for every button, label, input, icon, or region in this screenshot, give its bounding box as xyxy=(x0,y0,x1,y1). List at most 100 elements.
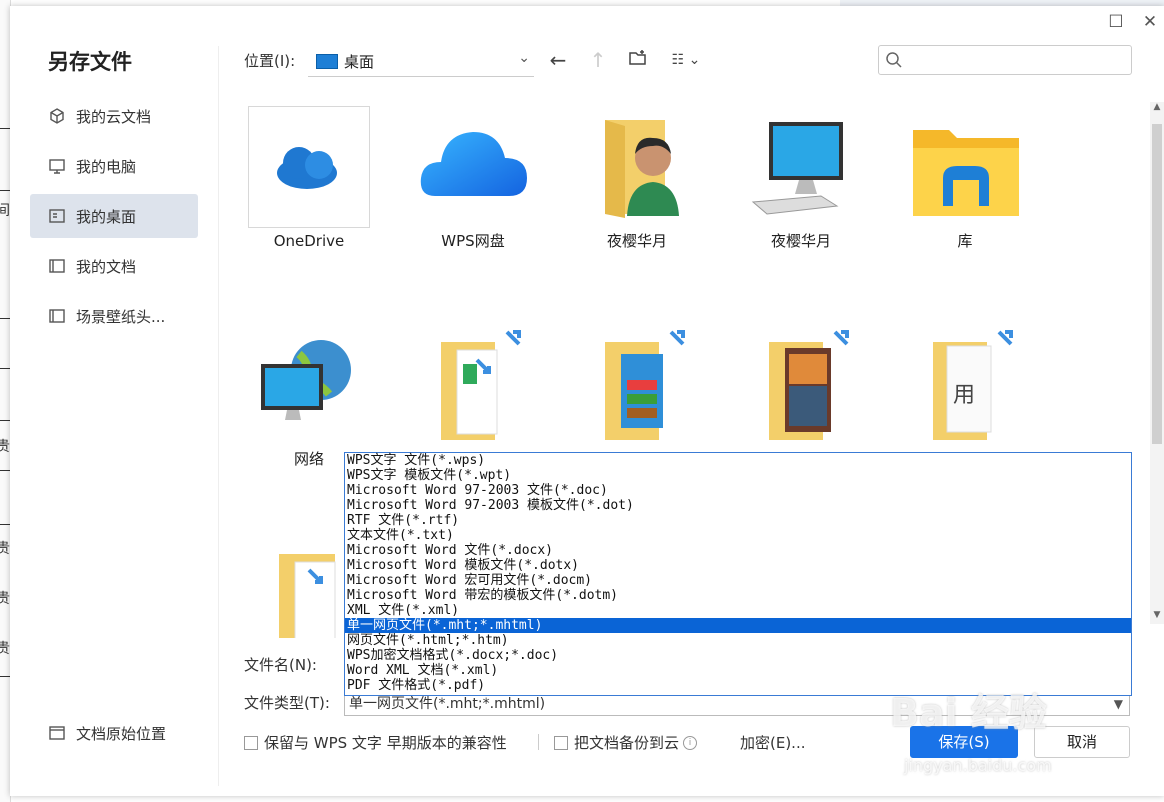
filetype-option[interactable]: RTF 文件(*.rtf) xyxy=(345,513,1131,528)
file-item[interactable] xyxy=(736,324,866,448)
folder-icon xyxy=(49,309,65,323)
bg-char: 间 xyxy=(0,203,10,219)
compat-label: 保留与 WPS 文字 早期版本的兼容性 xyxy=(264,734,507,752)
filetype-option[interactable]: Microsoft Word 宏可用文件(*.docm) xyxy=(345,573,1131,588)
scroll-up-icon[interactable]: ▲ xyxy=(1150,102,1164,116)
search-input[interactable] xyxy=(878,45,1132,75)
computer-icon xyxy=(49,159,65,174)
checkbox-icon xyxy=(244,735,258,750)
sidebar-item-label: 场景壁纸头... xyxy=(76,307,166,326)
filetype-option[interactable]: WPS文字 模板文件(*.wpt) xyxy=(345,468,1131,483)
new-folder-icon[interactable] xyxy=(626,48,650,72)
divider xyxy=(538,734,539,750)
this-pc-icon xyxy=(741,106,861,226)
file-item[interactable]: 夜樱华月 xyxy=(572,106,702,251)
info-icon[interactable]: i xyxy=(683,735,698,750)
folder-icon xyxy=(49,259,65,273)
filetype-option[interactable]: Microsoft Word 带宏的模板文件(*.dotm) xyxy=(345,588,1131,603)
up-arrow-icon[interactable]: ↑ xyxy=(586,48,610,72)
compat-checkbox[interactable]: 保留与 WPS 文字 早期版本的兼容性 xyxy=(244,732,507,753)
svg-text:用: 用 xyxy=(953,383,975,408)
scroll-thumb[interactable] xyxy=(1152,124,1162,444)
desktop-icon xyxy=(316,53,338,69)
filetype-option[interactable]: Microsoft Word 文件(*.docx) xyxy=(345,543,1131,558)
cloud-doc-icon xyxy=(50,108,64,124)
bg-char: 贵 xyxy=(0,591,10,607)
backup-label: 把文档备份到云 xyxy=(574,734,680,752)
filetype-option[interactable]: Microsoft Word 97-2003 文件(*.doc) xyxy=(345,483,1131,498)
dialog-title: 另存文件 xyxy=(48,50,132,74)
folder-shortcut-icon xyxy=(741,324,861,444)
close-icon[interactable]: ✕ xyxy=(1140,12,1160,32)
save-as-dialog: 另存文件 ☐ ✕ 我的云文档 我的电脑 我的桌面 我的文档 场景壁纸头... 文… xyxy=(10,6,1164,796)
file-item[interactable]: 用 xyxy=(900,324,1030,448)
filetype-label: 文件类型(T): xyxy=(244,694,330,712)
vertical-scrollbar[interactable]: ▲ ▼ xyxy=(1150,102,1164,624)
user-folder-icon xyxy=(577,106,697,226)
filetype-dropdown-list[interactable]: WPS文字 文件(*.wps) WPS文字 模板文件(*.wpt) Micros… xyxy=(344,452,1132,696)
onedrive-icon xyxy=(248,106,370,228)
checkbox-icon xyxy=(554,735,568,750)
file-label: WPS网盘 xyxy=(441,232,505,250)
file-label: OneDrive xyxy=(273,232,345,250)
sidebar-item-cloud-docs[interactable]: 我的云文档 xyxy=(30,94,198,138)
file-label: 库 xyxy=(957,232,973,250)
filetype-option[interactable]: Microsoft Word 模板文件(*.dotx) xyxy=(345,558,1131,573)
watermark-logo: Bai 经验 jingyan.baidu.com xyxy=(890,682,1130,792)
sidebar-item-label: 我的电脑 xyxy=(76,157,137,176)
file-item[interactable]: WPS网盘 xyxy=(408,106,538,251)
location-dropdown[interactable]: 桌面 ⌄ xyxy=(308,46,534,77)
folder-shortcut-icon xyxy=(413,324,533,444)
sidebar-item-label: 我的桌面 xyxy=(76,207,137,226)
bg-char: 贵 xyxy=(0,641,10,657)
sidebar-item-label: 文档原始位置 xyxy=(76,724,167,743)
sidebar-item-desktop[interactable]: 我的桌面 xyxy=(30,194,198,238)
location-label: 位置(I): xyxy=(244,52,296,70)
scroll-down-icon[interactable]: ▼ xyxy=(1150,610,1164,624)
search-icon xyxy=(886,52,902,68)
file-label: 夜樱华月 xyxy=(606,232,667,250)
file-item[interactable] xyxy=(408,324,538,448)
desktop-icon xyxy=(49,209,65,223)
filetype-option[interactable]: XML 文件(*.xml) xyxy=(345,603,1131,618)
chevron-down-icon: ⌄ xyxy=(518,50,530,66)
sidebar-item-label: 我的云文档 xyxy=(76,107,152,126)
file-item[interactable]: OneDrive xyxy=(244,106,374,250)
file-item[interactable]: 库 xyxy=(900,106,1030,251)
bg-char: 贵 xyxy=(0,541,10,557)
folder-shortcut-icon xyxy=(577,324,697,444)
bg-char: 贵 xyxy=(0,439,10,455)
filetype-option-selected[interactable]: 单一网页文件(*.mht;*.mhtml) xyxy=(345,618,1131,633)
file-item[interactable] xyxy=(572,324,702,448)
back-arrow-icon[interactable]: ← xyxy=(546,48,570,72)
watermark-sub: jingyan.baidu.com xyxy=(904,756,1052,775)
sidebar-item-wallpaper-folder[interactable]: 场景壁纸头... xyxy=(30,294,198,338)
sidebar: 我的云文档 我的电脑 我的桌面 我的文档 场景壁纸头... xyxy=(30,94,198,344)
filetype-option[interactable]: WPS文字 文件(*.wps) xyxy=(345,453,1131,468)
file-item[interactable]: 网络 xyxy=(244,324,374,469)
folder-icon xyxy=(49,726,65,740)
filetype-option[interactable]: 文本文件(*.txt) xyxy=(345,528,1131,543)
sidebar-item-label: 我的文档 xyxy=(76,257,137,276)
library-icon xyxy=(905,106,1025,226)
location-value: 桌面 xyxy=(344,52,375,71)
filetype-option[interactable]: WPS加密文档格式(*.docx;*.doc) xyxy=(345,648,1131,663)
maximize-icon[interactable]: ☐ xyxy=(1106,12,1126,32)
sidebar-item-original-location[interactable]: 文档原始位置 xyxy=(30,718,166,748)
filename-label: 文件名(N): xyxy=(244,656,317,674)
folder-shortcut-icon: 用 xyxy=(905,324,1025,444)
sidebar-item-documents[interactable]: 我的文档 xyxy=(30,244,198,288)
watermark-text: Bai 经验 xyxy=(890,691,1047,735)
backup-checkbox[interactable]: 把文档备份到云 i xyxy=(554,732,698,753)
encrypt-link[interactable]: 加密(E)... xyxy=(740,732,806,753)
filetype-value: 单一网页文件(*.mht;*.mhtml) xyxy=(349,696,546,712)
view-mode-icon[interactable]: ☷ ⌄ xyxy=(666,48,706,72)
sidebar-item-computer[interactable]: 我的电脑 xyxy=(30,144,198,188)
filetype-option[interactable]: Word XML 文档(*.xml) xyxy=(345,663,1131,678)
divider xyxy=(218,46,219,786)
file-item[interactable]: 夜樱华月 xyxy=(736,106,866,251)
filetype-option[interactable]: Microsoft Word 97-2003 模板文件(*.dot) xyxy=(345,498,1131,513)
filetype-option[interactable]: 网页文件(*.html;*.htm) xyxy=(345,633,1131,648)
network-icon xyxy=(249,324,369,444)
wps-cloud-icon xyxy=(413,106,533,226)
